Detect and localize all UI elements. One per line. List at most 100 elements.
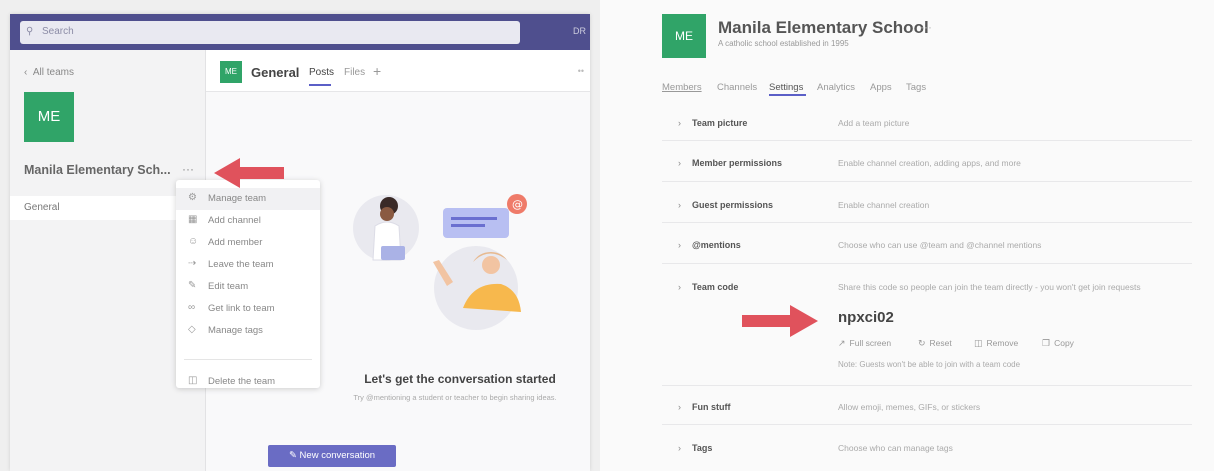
copy-icon: ❐	[1042, 338, 1051, 348]
menu-item-label: Add channel	[208, 215, 261, 226]
more-icon[interactable]: ••	[578, 66, 584, 76]
setting-description: Allow emoji, memes, GIFs, or stickers	[838, 402, 981, 412]
chevron-right-icon: ›	[678, 443, 681, 453]
tab-posts[interactable]: Posts	[309, 67, 334, 78]
menu-item-manage-team[interactable]: ⚙ Manage team	[176, 188, 320, 210]
divider	[662, 140, 1192, 141]
menu-item-label: Manage tags	[208, 325, 263, 336]
tab-apps[interactable]: Apps	[870, 82, 892, 93]
menu-item-label: Add member	[208, 237, 263, 248]
chevron-right-icon: ›	[678, 402, 681, 412]
menu-item-add-member[interactable]: ☺ Add member	[176, 232, 320, 254]
setting-label: @mentions	[692, 240, 741, 250]
setting-label: Tags	[692, 443, 713, 453]
trash-icon: ◫	[188, 375, 198, 386]
action-label: Copy	[1054, 338, 1074, 348]
menu-item-label: Edit team	[208, 281, 249, 292]
arrow-right-icon	[742, 305, 818, 337]
menu-item-label: Leave the team	[208, 259, 274, 270]
divider	[662, 385, 1192, 386]
trash-icon: ◫	[974, 338, 983, 348]
menu-item-delete-team[interactable]: ◫ Delete the team	[176, 371, 320, 393]
team-code-note: Note: Guests won't be able to join with …	[838, 360, 1021, 369]
tab-tags[interactable]: Tags	[906, 82, 926, 93]
team-context-menu: ⚙ Manage team ▦ Add channel ☺ Add member…	[176, 180, 320, 388]
conversation-illustration: @	[353, 194, 527, 330]
new-conversation-button[interactable]: ✎ New conversation	[268, 445, 396, 467]
chevron-left-icon: ‹	[24, 67, 33, 78]
setting-description: Share this code so people can join the t…	[838, 282, 1141, 292]
channel-title: General	[251, 65, 300, 80]
top-bar: ⚲ Search DR	[10, 14, 590, 50]
active-tab-underline	[309, 84, 331, 86]
menu-item-manage-tags[interactable]: ◇ Manage tags	[176, 320, 320, 342]
team-more-options-button[interactable]: ···	[920, 20, 932, 34]
tab-analytics[interactable]: Analytics	[817, 82, 855, 93]
team-name[interactable]: Manila Elementary Sch...	[24, 163, 171, 177]
all-teams-label: All teams	[32, 67, 75, 78]
reset-icon: ↻	[918, 338, 926, 348]
divider	[662, 181, 1192, 182]
team-description: A catholic school established in 1995	[718, 39, 849, 48]
chevron-right-icon: ›	[678, 118, 681, 128]
add-tab-button[interactable]: +	[373, 63, 381, 79]
pencil-icon: ✎	[188, 280, 197, 291]
empty-state-title: Let's get the conversation started	[364, 372, 556, 386]
divider	[662, 263, 1192, 264]
add-member-icon: ☺	[188, 236, 199, 247]
tag-icon: ◇	[188, 324, 196, 335]
search-input[interactable]: ⚲ Search	[20, 21, 520, 44]
menu-item-label: Manage team	[208, 193, 267, 204]
all-teams-link[interactable]: ‹ All teams	[24, 67, 74, 78]
full-screen-button[interactable]: ↗ Full screen	[838, 338, 891, 349]
menu-item-label: Get link to team	[208, 303, 275, 314]
chevron-right-icon: ›	[678, 200, 681, 210]
menu-item-leave-team[interactable]: ⇢ Leave the team	[176, 254, 320, 276]
divider	[662, 222, 1192, 223]
svg-text:@: @	[512, 198, 523, 211]
remove-button[interactable]: ◫ Remove	[974, 338, 1018, 349]
channel-header: ME General Posts Files + ••	[206, 50, 590, 92]
arrow-left-icon	[214, 158, 284, 188]
setting-description: Add a team picture	[838, 118, 910, 128]
link-icon: ∞	[188, 302, 196, 313]
tab-settings[interactable]: Settings	[769, 82, 803, 93]
search-placeholder: Search	[42, 26, 74, 37]
channel-label: General	[24, 202, 60, 213]
channel-team-avatar: ME	[220, 61, 242, 83]
expand-icon: ↗	[838, 338, 846, 348]
empty-state-subtitle: Try @mentioning a student or teacher to …	[353, 393, 557, 402]
add-channel-icon: ▦	[188, 214, 198, 225]
chevron-right-icon: ›	[678, 158, 681, 168]
menu-item-label: Delete the team	[208, 376, 276, 387]
search-icon: ⚲	[26, 26, 34, 37]
menu-item-get-link[interactable]: ∞ Get link to team	[176, 298, 320, 320]
menu-divider	[184, 359, 312, 360]
active-tab-underline	[769, 94, 806, 96]
divider	[662, 424, 1192, 425]
setting-description: Enable channel creation	[838, 200, 930, 210]
setting-label: Team code	[692, 282, 739, 292]
copy-button[interactable]: ❐ Copy	[1042, 338, 1074, 349]
team-settings-panel: ME Manila Elementary School ··· A cathol…	[600, 0, 1214, 471]
tab-channels[interactable]: Channels	[717, 82, 757, 93]
gear-icon: ⚙	[188, 192, 197, 203]
setting-label: Guest permissions	[692, 200, 774, 210]
user-initials[interactable]: DR	[573, 26, 586, 36]
menu-item-edit-team[interactable]: ✎ Edit team	[176, 276, 320, 298]
tab-files[interactable]: Files	[344, 67, 365, 78]
channel-item-general[interactable]: General	[10, 196, 190, 220]
action-label: Full screen	[849, 338, 892, 348]
team-code-value: npxci02	[838, 309, 894, 326]
setting-label: Team picture	[692, 118, 748, 128]
team-title: Manila Elementary School	[718, 18, 929, 37]
tab-members[interactable]: Members	[662, 82, 702, 93]
leave-icon: ⇢	[188, 258, 197, 269]
menu-item-add-channel[interactable]: ▦ Add channel	[176, 210, 320, 232]
team-avatar: ME	[24, 92, 74, 142]
setting-description: Enable channel creation, adding apps, an…	[838, 158, 1021, 168]
setting-description: Choose who can use @team and @channel me…	[838, 240, 1042, 250]
action-label: Reset	[929, 338, 952, 348]
team-more-options-button[interactable]: ···	[182, 162, 194, 176]
reset-button[interactable]: ↻ Reset	[918, 338, 952, 349]
